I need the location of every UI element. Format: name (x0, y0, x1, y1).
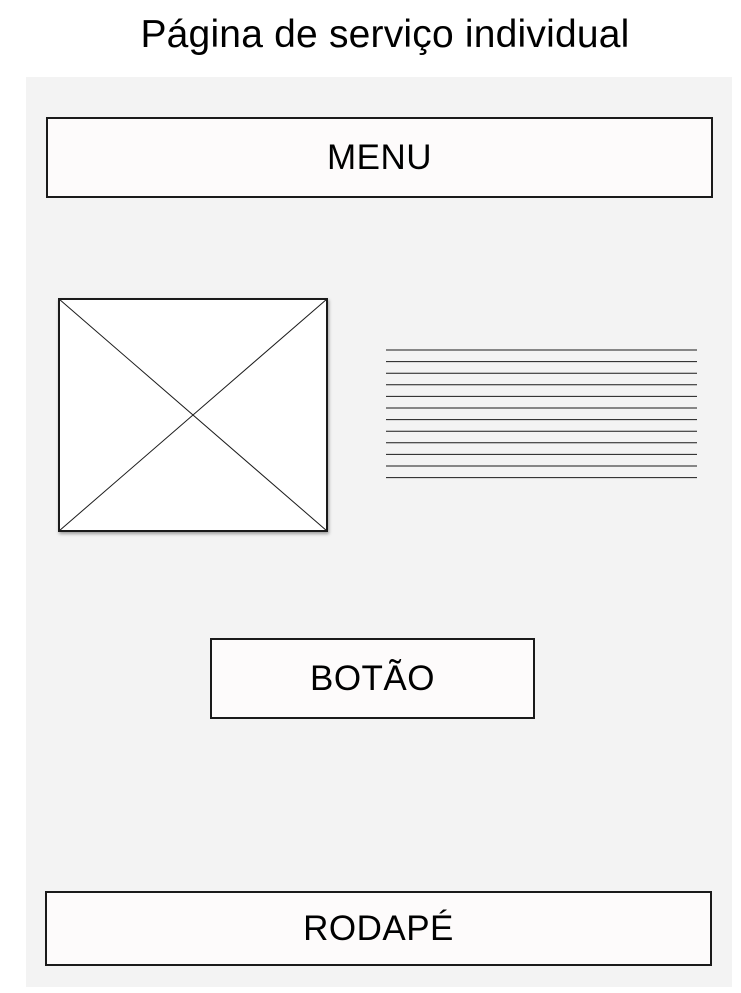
action-button[interactable]: BOTÃO (210, 638, 535, 719)
menu-label: MENU (326, 137, 433, 177)
image-placeholder (58, 298, 328, 532)
wireframe-canvas (26, 77, 732, 987)
image-placeholder-icon (58, 298, 328, 532)
footer: RODAPÉ (45, 891, 712, 966)
text-placeholder-lines (386, 349, 697, 479)
page-title: Página de serviço individual (140, 13, 630, 56)
footer-label: RODAPÉ (303, 908, 454, 948)
text-placeholder (386, 344, 697, 484)
action-button-label: BOTÃO (309, 658, 436, 698)
menu-bar[interactable]: MENU (46, 117, 713, 198)
